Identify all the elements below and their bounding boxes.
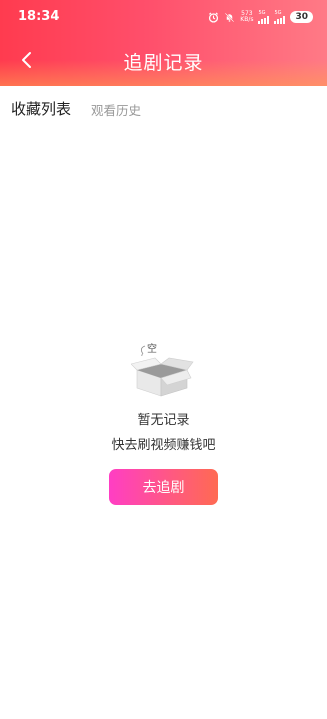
- network-speed-unit: KB/s: [240, 16, 254, 23]
- header: 18:34 573 KB/s 5G 5G 30 追剧记录: [0, 0, 327, 86]
- empty-subtitle: 快去刷视频赚钱吧: [111, 438, 216, 453]
- status-time: 18:34: [18, 9, 60, 24]
- mute-icon: [224, 8, 235, 27]
- nav-bar: 追剧记录: [0, 40, 327, 80]
- signal-icon: 5G: [258, 10, 270, 24]
- status-bar: 18:34 573 KB/s 5G 5G 30: [0, 0, 327, 34]
- tab-watch-history[interactable]: 观看历史: [91, 100, 141, 119]
- network-speed: 573 KB/s: [240, 11, 253, 23]
- battery-icon: 30: [290, 11, 313, 23]
- tab-favorites[interactable]: 收藏列表: [11, 98, 71, 119]
- status-icons: 573 KB/s 5G 5G 30: [208, 10, 313, 24]
- tab-bar: 收藏列表 观看历史: [0, 86, 327, 130]
- empty-box-illustration: 空: [130, 338, 195, 398]
- empty-title: 暂无记录: [137, 413, 190, 428]
- go-watch-button[interactable]: 去追剧: [109, 469, 218, 505]
- alarm-icon: [208, 8, 219, 27]
- page-title: 追剧记录: [123, 52, 204, 74]
- empty-label: 空: [147, 342, 157, 355]
- signal-icon: 5G: [274, 10, 286, 24]
